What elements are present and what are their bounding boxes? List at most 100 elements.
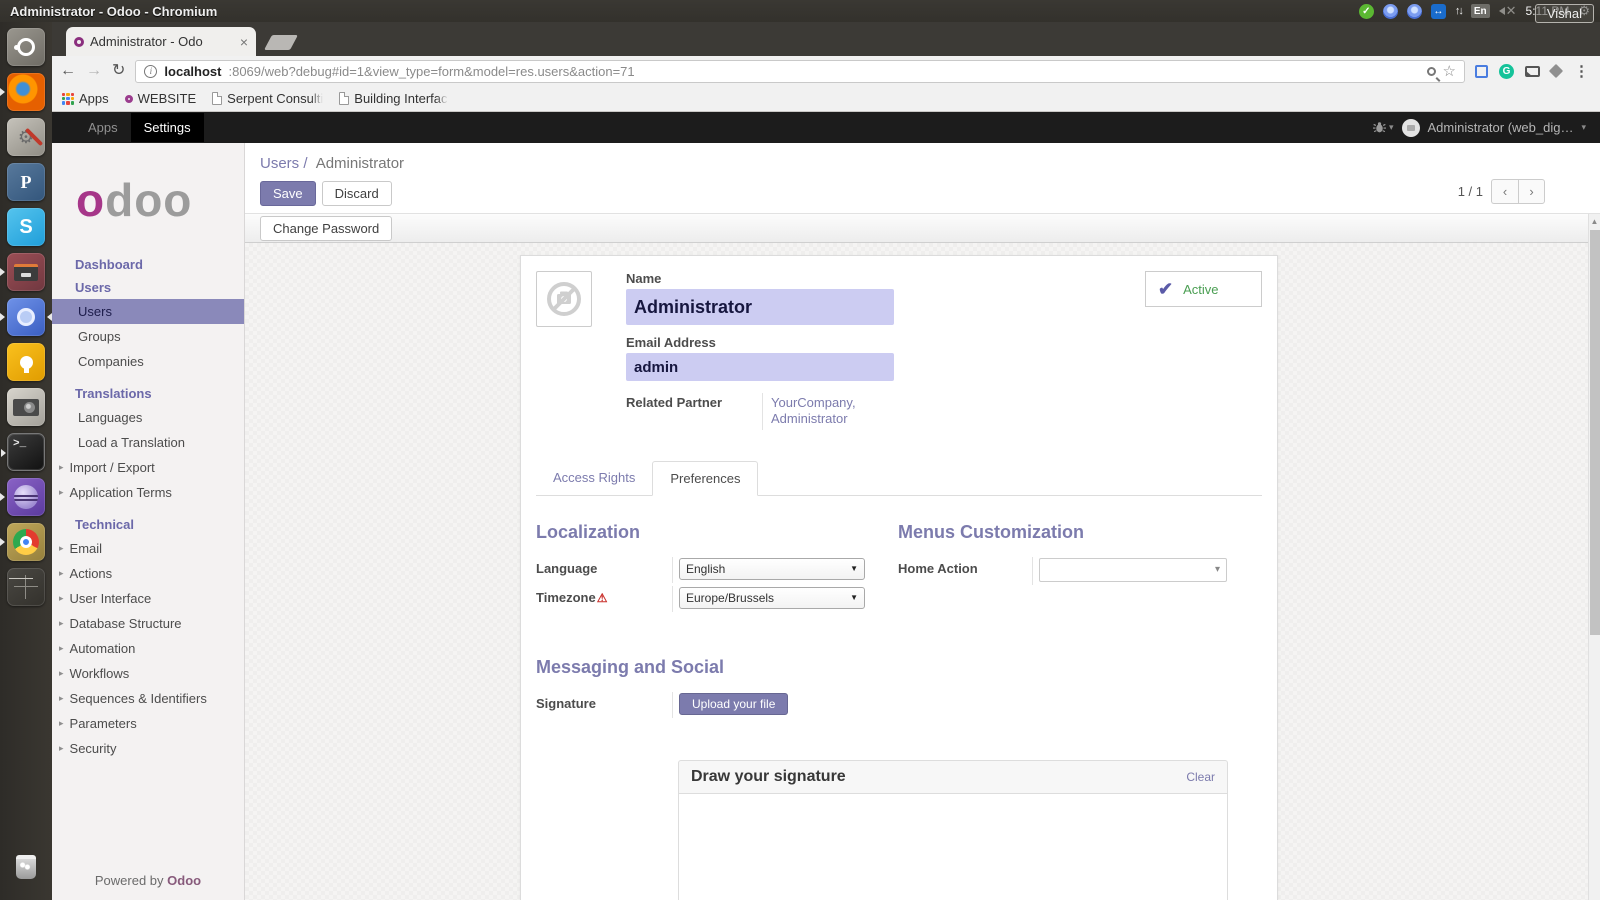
launcher-icon-ubuntu[interactable]: [7, 28, 45, 66]
network-indicator-icon[interactable]: ↑↓: [1455, 4, 1464, 19]
back-button[interactable]: ←: [60, 63, 76, 79]
sidebar-item-actions[interactable]: ▸ Actions: [52, 561, 244, 586]
url-bar[interactable]: i localhost :8069/web?debug#id=1&view_ty…: [135, 59, 1465, 83]
messaging-section-title: Messaging and Social: [536, 656, 725, 677]
sidebar-section-translations[interactable]: Translations: [52, 382, 244, 405]
page-info-icon[interactable]: i: [144, 64, 158, 78]
launcher-icon-postgresql[interactable]: P: [7, 163, 45, 201]
chromium-indicator-icon[interactable]: [1406, 3, 1422, 19]
scroll-up-icon[interactable]: ▲: [1589, 214, 1600, 226]
user-photo-placeholder[interactable]: [536, 271, 592, 327]
sidebar-item-security[interactable]: ▸ Security: [52, 736, 244, 761]
bookmark-apps[interactable]: Apps: [62, 91, 109, 106]
related-partner-link[interactable]: YourCompany, Administrator: [762, 393, 882, 430]
apps-grid-icon: [62, 92, 74, 105]
bookmark-website[interactable]: WEBSITE: [124, 91, 196, 106]
sidebar-item-email[interactable]: ▸ Email: [52, 536, 244, 561]
active-checkbox[interactable]: ✔ Active: [1145, 271, 1262, 307]
launcher-icon-google-keep[interactable]: [7, 343, 45, 381]
email-field[interactable]: [626, 353, 894, 381]
launcher-icon-trash[interactable]: [7, 848, 45, 886]
skype-status-icon[interactable]: ✓: [1358, 3, 1374, 19]
forward-button[interactable]: →: [86, 63, 102, 79]
launcher-icon-camera[interactable]: [7, 388, 45, 426]
tab-preferences[interactable]: Preferences: [652, 460, 759, 496]
keyboard-layout-indicator[interactable]: En: [1470, 4, 1490, 18]
bookmark-star-icon[interactable]: ☆: [1443, 62, 1456, 80]
nav-item-apps[interactable]: Apps: [75, 113, 131, 142]
bookmark-serpent-consulting[interactable]: Serpent Consulti: [212, 91, 324, 106]
home-action-combobox[interactable]: ▾: [1039, 557, 1227, 582]
odoo-brand-link[interactable]: Odoo: [167, 873, 201, 888]
pager-next-icon[interactable]: ›: [1518, 179, 1545, 204]
sidebar-item-import-export[interactable]: ▸ Import / Export: [52, 455, 244, 480]
sidebar-item-languages[interactable]: Languages: [52, 405, 244, 430]
launcher-icon-skype[interactable]: S: [7, 208, 45, 246]
sidebar-item-database-structure[interactable]: ▸ Database Structure: [52, 611, 244, 636]
url-host: localhost: [164, 63, 222, 79]
sidebar-item-application-terms[interactable]: ▸ Application Terms: [52, 480, 244, 505]
user-avatar[interactable]: [1401, 118, 1420, 137]
screenshot-extension-icon[interactable]: [1475, 64, 1488, 78]
sidebar-item-user-interface[interactable]: ▸ User Interface: [52, 586, 244, 611]
expand-arrow-icon: ▸: [59, 643, 64, 653]
expand-arrow-icon: ▸: [59, 543, 64, 553]
checkmark-icon: ✔: [1158, 278, 1174, 299]
signature-clear-link[interactable]: Clear: [1186, 770, 1215, 784]
user-menu[interactable]: Administrator (web_dig…: [1428, 120, 1574, 135]
debug-bug-icon[interactable]: ▾: [1372, 121, 1394, 134]
odoo-logo: odoo: [76, 174, 193, 226]
bookmark-building-interfaces[interactable]: Building Interfac: [339, 91, 448, 106]
launcher-icon-system-settings[interactable]: ⚙: [7, 118, 45, 156]
sidebar-item-users[interactable]: Users: [52, 299, 244, 324]
change-password-button[interactable]: Change Password: [260, 215, 393, 241]
volume-muted-icon[interactable]: ✕: [1498, 3, 1517, 19]
vertical-scrollbar[interactable]: ▲: [1588, 214, 1600, 900]
discard-button[interactable]: Discard: [321, 181, 392, 206]
cast-extension-icon[interactable]: [1525, 65, 1540, 77]
desktop-screen: Administrator - Odoo - Chromium ✓ ↔ ↑↓ E…: [0, 0, 1600, 900]
browser-profile-badge[interactable]: Vishal: [1534, 4, 1594, 23]
cube-extension-icon[interactable]: [1548, 63, 1564, 79]
grammarly-extension-icon[interactable]: G: [1499, 63, 1514, 79]
new-tab-button[interactable]: [264, 35, 298, 50]
launcher-icon-chrome[interactable]: [0, 523, 45, 561]
sidebar-item-automation[interactable]: ▸ Automation: [52, 636, 244, 661]
zoom-icon[interactable]: [1426, 66, 1436, 76]
nav-item-settings[interactable]: Settings: [130, 113, 204, 142]
sidebar-item-sequences-identifiers[interactable]: ▸ Sequences & Identifiers: [52, 686, 244, 711]
launcher-icon-firefox[interactable]: [0, 73, 45, 111]
window-titlebar: Administrator - Odoo - Chromium ✓ ↔ ↑↓ E…: [0, 0, 1600, 22]
teamviewer-icon[interactable]: ↔: [1430, 3, 1446, 19]
sidebar-item-dashboard[interactable]: Dashboard: [52, 253, 244, 276]
upload-file-button[interactable]: Upload your file: [679, 692, 789, 715]
sidebar-item-companies[interactable]: Companies: [52, 349, 244, 374]
sidebar-item-load-a-translation[interactable]: Load a Translation: [52, 430, 244, 455]
sidebar-item-groups[interactable]: Groups: [52, 324, 244, 349]
sidebar-section-technical[interactable]: Technical: [52, 513, 244, 536]
timezone-select[interactable]: Europe/Brussels ▼: [679, 586, 865, 609]
launcher-icon-workspace-switcher[interactable]: [7, 568, 45, 606]
signature-canvas[interactable]: [678, 793, 1228, 900]
reload-button[interactable]: ↻: [112, 63, 125, 79]
launcher-icon-archive-manager[interactable]: [0, 253, 45, 291]
launcher-icon-eclipse[interactable]: [0, 478, 45, 516]
tab-close-icon[interactable]: ×: [240, 35, 248, 49]
save-button[interactable]: Save: [260, 181, 316, 206]
tab-access-rights[interactable]: Access Rights: [536, 461, 652, 496]
sidebar-section-users[interactable]: Users: [52, 276, 244, 299]
sidebar-item-workflows[interactable]: ▸ Workflows: [52, 661, 244, 686]
name-field[interactable]: [626, 289, 894, 325]
browser-tab[interactable]: Administrator - Odo ×: [66, 27, 256, 56]
launcher-icon-terminal[interactable]: >_: [1, 433, 45, 471]
language-select[interactable]: English ▼: [679, 557, 865, 580]
sidebar-item-parameters[interactable]: ▸ Parameters: [52, 711, 244, 736]
launcher-icon-chromium[interactable]: [0, 298, 52, 336]
scrollbar-thumb[interactable]: [1590, 230, 1600, 635]
breadcrumb-users-link[interactable]: Users /: [260, 155, 308, 172]
chromium-indicator-icon[interactable]: [1382, 3, 1398, 19]
pager-previous-icon[interactable]: ‹: [1491, 179, 1518, 204]
browser-menu-icon[interactable]: ⋮: [1571, 62, 1592, 80]
window-title: Administrator - Odoo - Chromium: [10, 3, 218, 19]
settings-menu: Dashboard Users Users Groups Companies T…: [52, 253, 244, 863]
